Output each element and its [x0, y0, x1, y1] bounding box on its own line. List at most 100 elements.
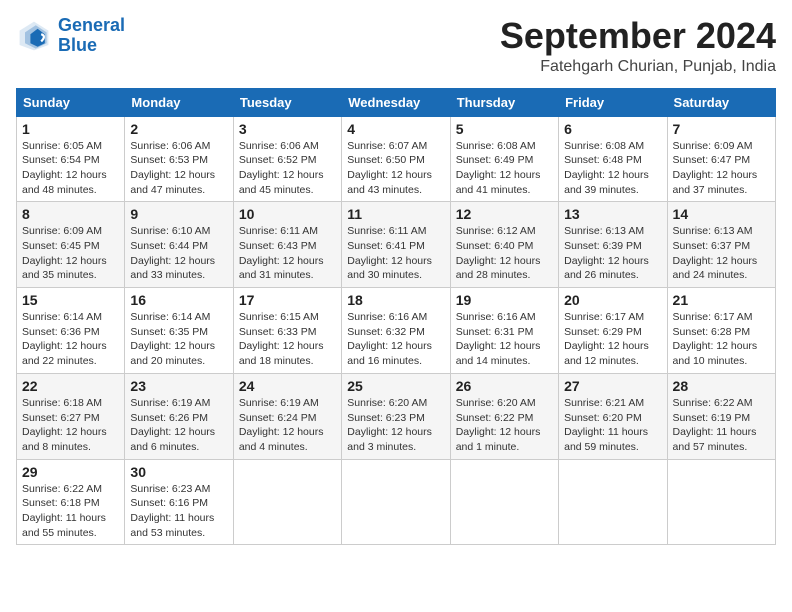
day-number: 26	[456, 378, 553, 394]
calendar-cell: 4 Sunrise: 6:07 AM Sunset: 6:50 PM Daylig…	[342, 116, 450, 202]
day-number: 24	[239, 378, 336, 394]
day-number: 27	[564, 378, 661, 394]
calendar-cell: 5 Sunrise: 6:08 AM Sunset: 6:49 PM Daylig…	[450, 116, 558, 202]
col-header-monday: Monday	[125, 88, 233, 116]
title-block: September 2024 Fatehgarh Churian, Punjab…	[500, 16, 776, 76]
calendar-cell: 2 Sunrise: 6:06 AM Sunset: 6:53 PM Daylig…	[125, 116, 233, 202]
day-info: Sunrise: 6:10 AM Sunset: 6:44 PM Dayligh…	[130, 224, 227, 283]
page-header: General Blue September 2024 Fatehgarh Ch…	[16, 16, 776, 76]
day-number: 12	[456, 206, 553, 222]
day-number: 9	[130, 206, 227, 222]
day-info: Sunrise: 6:17 AM Sunset: 6:29 PM Dayligh…	[564, 310, 661, 369]
day-info: Sunrise: 6:16 AM Sunset: 6:32 PM Dayligh…	[347, 310, 444, 369]
calendar-cell: 17Sunrise: 6:15 AM Sunset: 6:33 PM Dayli…	[233, 288, 341, 374]
day-info: Sunrise: 6:11 AM Sunset: 6:43 PM Dayligh…	[239, 224, 336, 283]
calendar-cell: 8 Sunrise: 6:09 AM Sunset: 6:45 PM Daylig…	[17, 202, 125, 288]
day-info: Sunrise: 6:05 AM Sunset: 6:54 PM Dayligh…	[22, 139, 119, 198]
day-info: Sunrise: 6:17 AM Sunset: 6:28 PM Dayligh…	[673, 310, 770, 369]
calendar-cell: 14Sunrise: 6:13 AM Sunset: 6:37 PM Dayli…	[667, 202, 775, 288]
calendar-cell: 22 Sunrise: 6:18 AM Sunset: 6:27 PM Dayli…	[17, 373, 125, 459]
day-number: 1	[22, 121, 119, 137]
calendar-cell	[342, 459, 450, 545]
day-number: 3	[239, 121, 336, 137]
calendar-cell: 30Sunrise: 6:23 AM Sunset: 6:16 PM Dayli…	[125, 459, 233, 545]
day-info: Sunrise: 6:08 AM Sunset: 6:48 PM Dayligh…	[564, 139, 661, 198]
col-header-wednesday: Wednesday	[342, 88, 450, 116]
day-info: Sunrise: 6:09 AM Sunset: 6:45 PM Dayligh…	[22, 224, 119, 283]
day-number: 19	[456, 292, 553, 308]
calendar-cell: 16Sunrise: 6:14 AM Sunset: 6:35 PM Dayli…	[125, 288, 233, 374]
day-info: Sunrise: 6:06 AM Sunset: 6:52 PM Dayligh…	[239, 139, 336, 198]
calendar-cell	[450, 459, 558, 545]
day-info: Sunrise: 6:14 AM Sunset: 6:36 PM Dayligh…	[22, 310, 119, 369]
day-info: Sunrise: 6:21 AM Sunset: 6:20 PM Dayligh…	[564, 396, 661, 455]
calendar-cell: 1 Sunrise: 6:05 AM Sunset: 6:54 PM Daylig…	[17, 116, 125, 202]
day-number: 22	[22, 378, 119, 394]
day-info: Sunrise: 6:22 AM Sunset: 6:18 PM Dayligh…	[22, 482, 119, 541]
day-info: Sunrise: 6:19 AM Sunset: 6:26 PM Dayligh…	[130, 396, 227, 455]
month-title: September 2024	[500, 16, 776, 56]
col-header-tuesday: Tuesday	[233, 88, 341, 116]
calendar-cell: 27 Sunrise: 6:21 AM Sunset: 6:20 PM Dayli…	[559, 373, 667, 459]
calendar-cell: 11Sunrise: 6:11 AM Sunset: 6:41 PM Dayli…	[342, 202, 450, 288]
day-number: 23	[130, 378, 227, 394]
calendar-week-4: 22 Sunrise: 6:18 AM Sunset: 6:27 PM Dayli…	[17, 373, 776, 459]
calendar-cell: 21Sunrise: 6:17 AM Sunset: 6:28 PM Dayli…	[667, 288, 775, 374]
calendar-cell: 9 Sunrise: 6:10 AM Sunset: 6:44 PM Daylig…	[125, 202, 233, 288]
logo-line2: Blue	[58, 35, 97, 55]
logo-icon	[16, 18, 52, 54]
day-number: 7	[673, 121, 770, 137]
day-info: Sunrise: 6:06 AM Sunset: 6:53 PM Dayligh…	[130, 139, 227, 198]
day-info: Sunrise: 6:13 AM Sunset: 6:37 PM Dayligh…	[673, 224, 770, 283]
day-info: Sunrise: 6:09 AM Sunset: 6:47 PM Dayligh…	[673, 139, 770, 198]
calendar-cell: 19Sunrise: 6:16 AM Sunset: 6:31 PM Dayli…	[450, 288, 558, 374]
day-info: Sunrise: 6:11 AM Sunset: 6:41 PM Dayligh…	[347, 224, 444, 283]
location-subtitle: Fatehgarh Churian, Punjab, India	[500, 58, 776, 76]
day-number: 2	[130, 121, 227, 137]
calendar-cell: 28Sunrise: 6:22 AM Sunset: 6:19 PM Dayli…	[667, 373, 775, 459]
col-header-friday: Friday	[559, 88, 667, 116]
day-number: 18	[347, 292, 444, 308]
calendar-week-3: 15Sunrise: 6:14 AM Sunset: 6:36 PM Dayli…	[17, 288, 776, 374]
calendar-cell	[559, 459, 667, 545]
day-info: Sunrise: 6:18 AM Sunset: 6:27 PM Dayligh…	[22, 396, 119, 455]
day-number: 17	[239, 292, 336, 308]
day-info: Sunrise: 6:22 AM Sunset: 6:19 PM Dayligh…	[673, 396, 770, 455]
calendar-cell: 15Sunrise: 6:14 AM Sunset: 6:36 PM Dayli…	[17, 288, 125, 374]
logo: General Blue	[16, 16, 125, 56]
day-number: 30	[130, 464, 227, 480]
calendar-cell: 20 Sunrise: 6:17 AM Sunset: 6:29 PM Dayli…	[559, 288, 667, 374]
calendar-cell	[667, 459, 775, 545]
col-header-saturday: Saturday	[667, 88, 775, 116]
day-number: 29	[22, 464, 119, 480]
calendar-header-row: SundayMondayTuesdayWednesdayThursdayFrid…	[17, 88, 776, 116]
calendar-cell: 7 Sunrise: 6:09 AM Sunset: 6:47 PM Daylig…	[667, 116, 775, 202]
day-number: 5	[456, 121, 553, 137]
calendar-cell: 26 Sunrise: 6:20 AM Sunset: 6:22 PM Dayli…	[450, 373, 558, 459]
day-info: Sunrise: 6:20 AM Sunset: 6:22 PM Dayligh…	[456, 396, 553, 455]
calendar-cell: 6 Sunrise: 6:08 AM Sunset: 6:48 PM Daylig…	[559, 116, 667, 202]
day-info: Sunrise: 6:20 AM Sunset: 6:23 PM Dayligh…	[347, 396, 444, 455]
calendar-cell: 24Sunrise: 6:19 AM Sunset: 6:24 PM Dayli…	[233, 373, 341, 459]
day-number: 20	[564, 292, 661, 308]
col-header-thursday: Thursday	[450, 88, 558, 116]
day-number: 6	[564, 121, 661, 137]
col-header-sunday: Sunday	[17, 88, 125, 116]
calendar-cell: 3 Sunrise: 6:06 AM Sunset: 6:52 PM Daylig…	[233, 116, 341, 202]
day-info: Sunrise: 6:08 AM Sunset: 6:49 PM Dayligh…	[456, 139, 553, 198]
logo-text: General Blue	[58, 16, 125, 56]
day-number: 8	[22, 206, 119, 222]
calendar-cell: 13Sunrise: 6:13 AM Sunset: 6:39 PM Dayli…	[559, 202, 667, 288]
day-number: 13	[564, 206, 661, 222]
calendar-cell: 23 Sunrise: 6:19 AM Sunset: 6:26 PM Dayli…	[125, 373, 233, 459]
calendar-cell: 12Sunrise: 6:12 AM Sunset: 6:40 PM Dayli…	[450, 202, 558, 288]
calendar-week-5: 29 Sunrise: 6:22 AM Sunset: 6:18 PM Dayli…	[17, 459, 776, 545]
day-number: 10	[239, 206, 336, 222]
calendar-cell: 29 Sunrise: 6:22 AM Sunset: 6:18 PM Dayli…	[17, 459, 125, 545]
calendar-cell	[233, 459, 341, 545]
day-number: 4	[347, 121, 444, 137]
calendar-cell: 10 Sunrise: 6:11 AM Sunset: 6:43 PM Dayli…	[233, 202, 341, 288]
day-info: Sunrise: 6:07 AM Sunset: 6:50 PM Dayligh…	[347, 139, 444, 198]
logo-line1: General	[58, 15, 125, 35]
day-number: 25	[347, 378, 444, 394]
